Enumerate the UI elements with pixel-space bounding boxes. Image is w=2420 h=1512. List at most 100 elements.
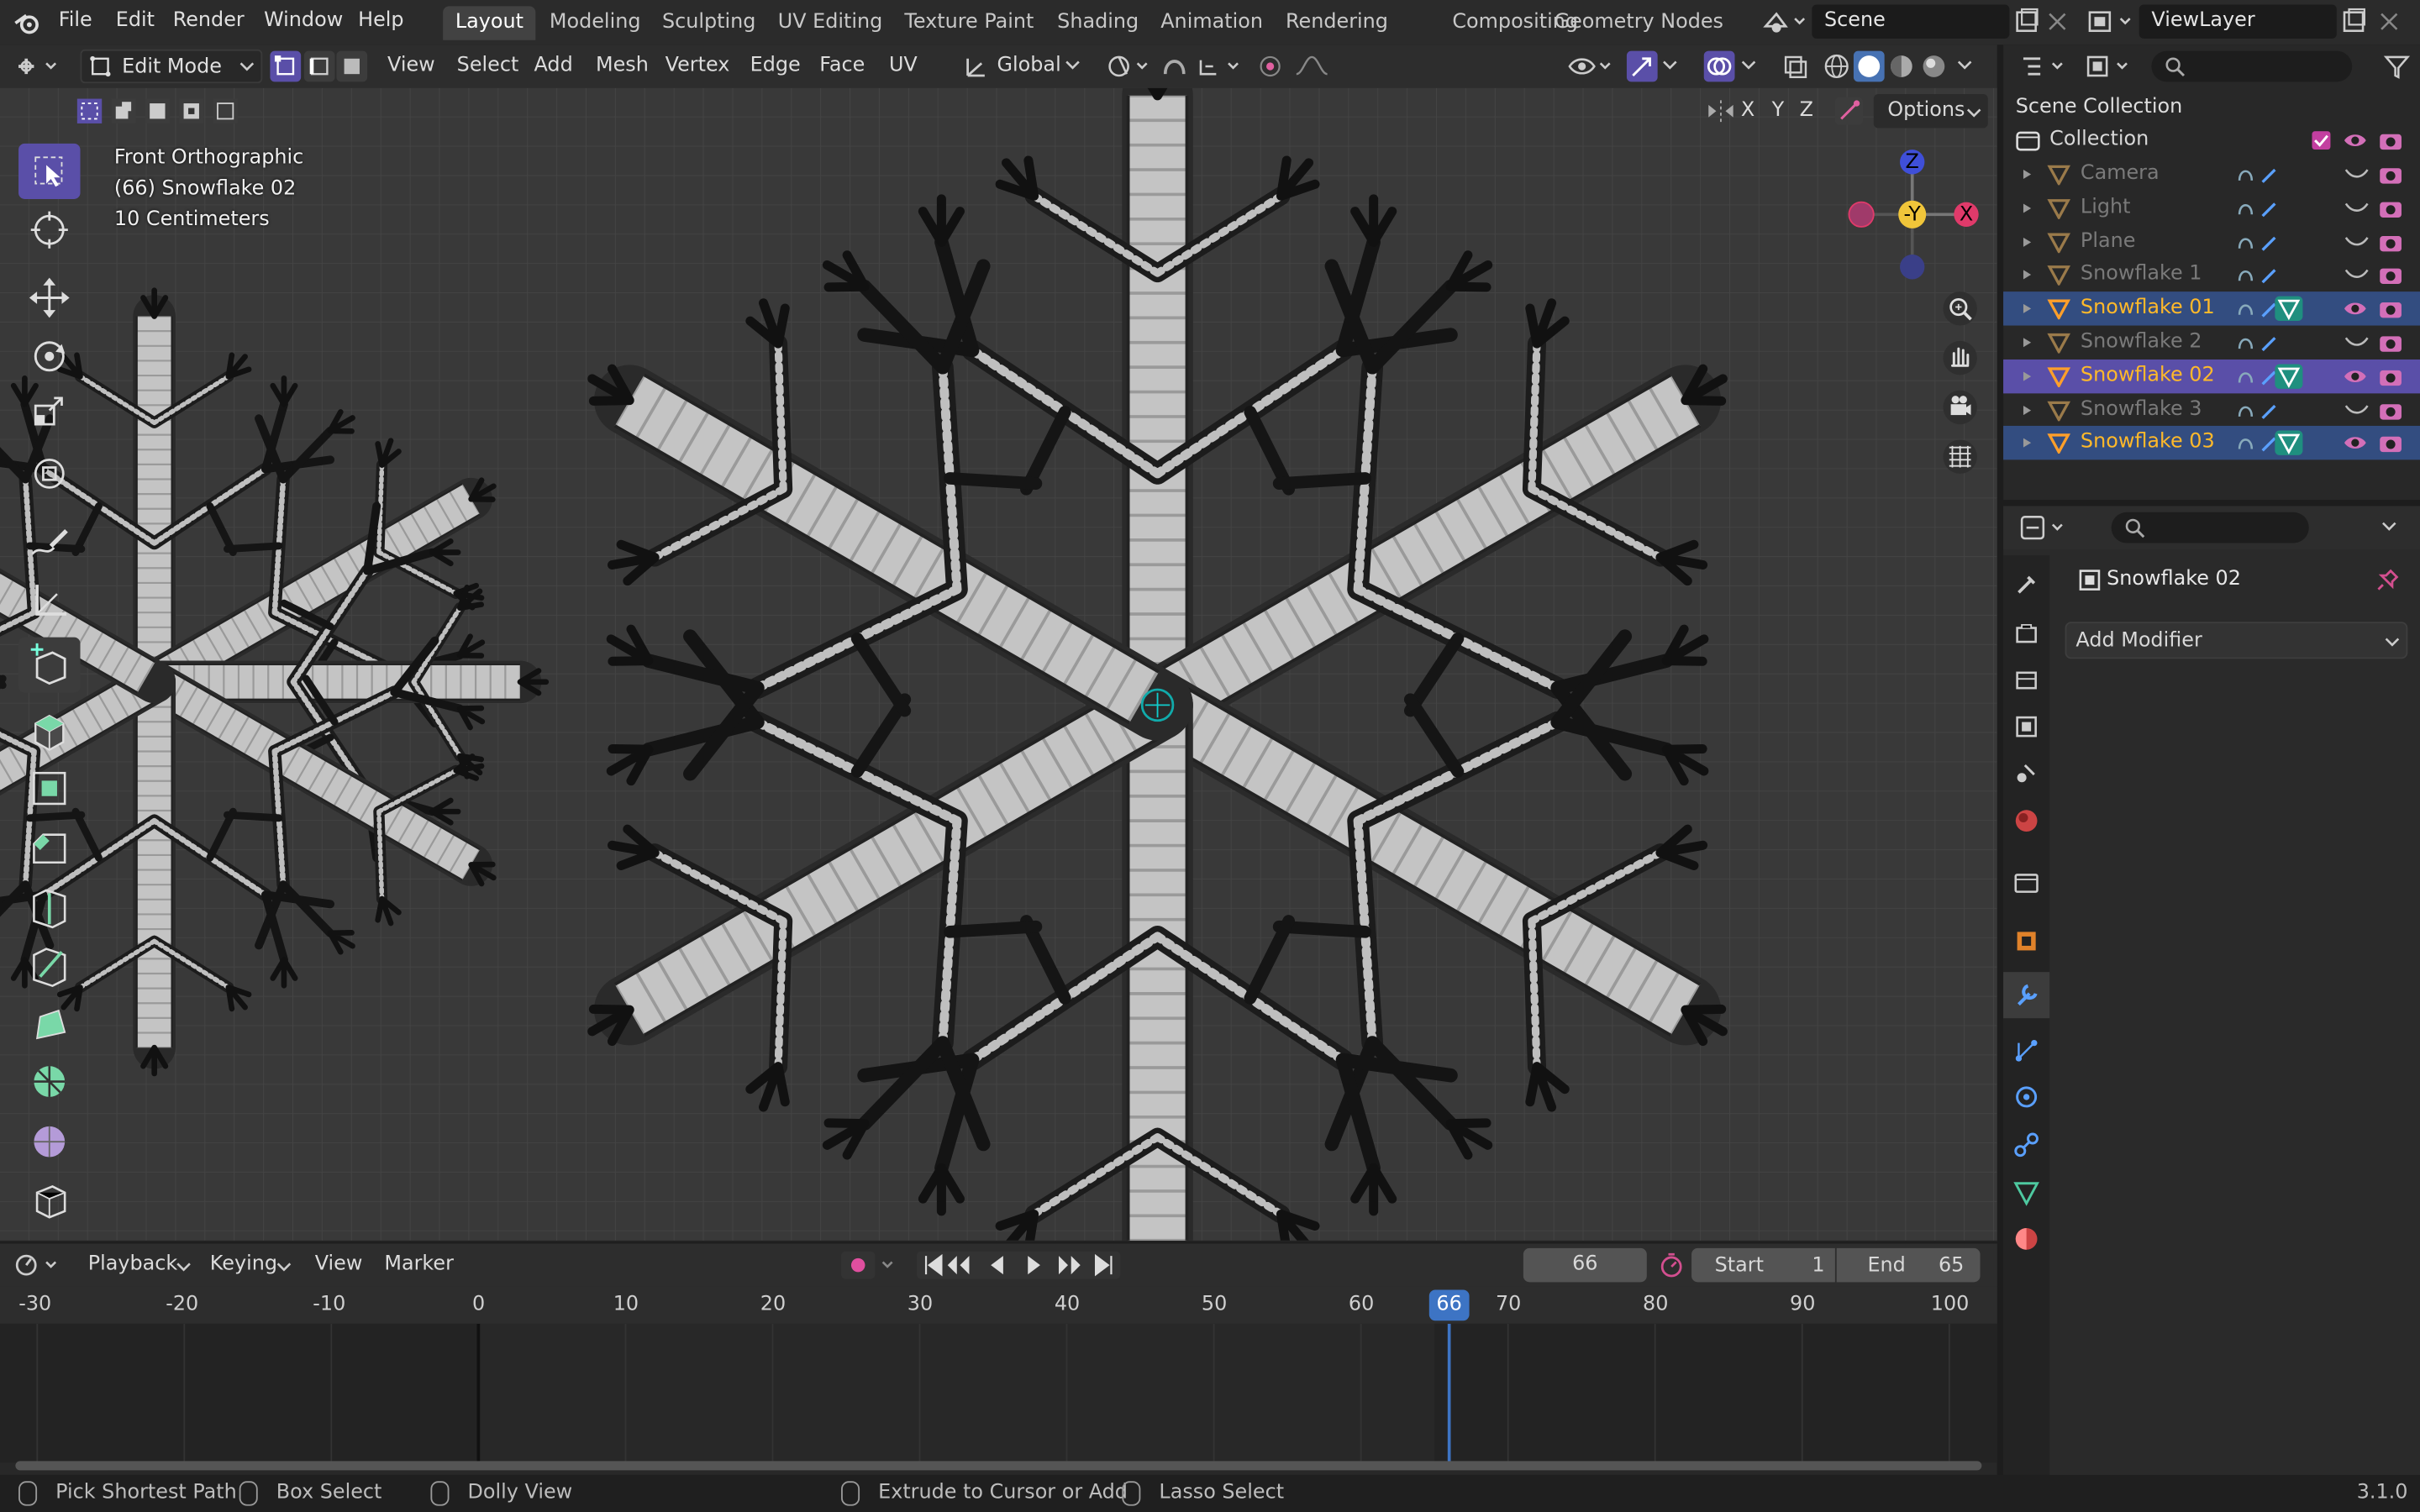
outliner-row[interactable]: Camera [2003,157,2420,191]
data-tab-icon[interactable] [2012,1179,2040,1206]
face-select-button[interactable] [336,50,368,82]
eye-closed-icon[interactable] [2344,335,2369,350]
keyframe-canvas[interactable] [0,1323,1997,1463]
chevron-down-icon[interactable] [1065,59,1080,71]
axis-z-toggle[interactable]: Z [1800,99,1813,123]
inset-tool[interactable] [18,761,80,816]
tab-rendering[interactable]: Rendering [1273,6,1400,39]
outliner-editor-type-icon[interactable] [2018,52,2070,80]
axis-x-toggle[interactable]: X [1741,99,1754,123]
camera-render-icon[interactable] [2378,231,2402,253]
checkbox-icon[interactable] [2312,131,2331,150]
scale-tool[interactable] [18,387,80,443]
view-layer-selector-icon[interactable] [2086,8,2136,35]
3d-viewport[interactable]: Front Orthographic (66) Snowflake 02 10 … [0,87,1997,1242]
spin-tool[interactable] [18,1053,80,1109]
chevron-down-icon[interactable] [1741,59,1756,71]
collection-row[interactable]: Collection [2003,123,2420,157]
tool-tab-icon[interactable] [2012,571,2040,599]
tab-texture-paint[interactable]: Texture Paint [892,6,1046,39]
expand-arrow-icon[interactable] [2022,403,2034,416]
camera-render-icon[interactable] [2378,365,2402,387]
camera-render-icon[interactable] [2378,399,2402,421]
camera-render-icon[interactable] [2378,265,2402,286]
expand-arrow-icon[interactable] [2022,370,2034,382]
overlays-toggle-button[interactable] [1703,50,1735,82]
edge-select-button[interactable] [303,50,335,82]
object-tab-icon[interactable] [2012,927,2040,955]
zoom-icon[interactable] [1942,290,1979,327]
pan-hand-icon[interactable] [1942,339,1979,376]
timeline-scrollbar[interactable] [15,1461,1982,1471]
outliner-row[interactable]: Snowflake 2 [2003,326,2420,360]
eye-icon[interactable] [2343,129,2367,151]
chevron-down-icon[interactable] [1957,59,1972,71]
vertex-select-button[interactable] [270,50,302,82]
menu-vertex[interactable]: Vertex [666,54,730,77]
eye-icon[interactable] [2343,298,2367,320]
tab-layout[interactable]: Layout [443,6,536,40]
menu-window[interactable]: Window [264,9,343,33]
camera-render-icon[interactable] [2378,197,2402,219]
outliner-row[interactable]: Snowflake 03 [2003,426,2420,461]
outliner-row[interactable]: Snowflake 01 [2003,291,2420,326]
eye-closed-icon[interactable] [2344,267,2369,282]
move-tool[interactable] [18,270,80,325]
physics-tab-icon[interactable] [2012,1083,2040,1110]
playhead-badge[interactable]: 66 [1428,1289,1470,1321]
select-mode-buttons[interactable] [74,97,238,125]
end-frame-field[interactable]: End 65 [1836,1247,1981,1283]
scene-selector-icon[interactable] [1761,8,1807,35]
add-cube-tool[interactable] [18,637,81,693]
collection-tab-icon[interactable] [2012,869,2040,896]
menu-file[interactable]: File [59,9,92,33]
menu-edge[interactable]: Edge [750,54,801,77]
visibility-icon[interactable] [1566,52,1616,80]
auto-keying-icon[interactable] [839,1251,901,1279]
outliner-row[interactable]: Plane [2003,224,2420,258]
menu-help[interactable]: Help [358,9,403,33]
menu-marker[interactable]: Marker [384,1252,454,1276]
snap-icon[interactable] [1160,52,1247,80]
rendered-shading-icon[interactable] [1918,51,1949,82]
eye-closed-icon[interactable] [2344,234,2369,249]
poly-build-tool[interactable] [18,995,80,1051]
tab-geometry-nodes[interactable]: Geometry Nodes [1542,6,1736,39]
eye-closed-icon[interactable] [2344,402,2369,417]
camera-render-icon[interactable] [2378,298,2402,320]
menu-mesh[interactable]: Mesh [596,54,649,77]
xray-icon[interactable] [1781,52,1809,80]
menu-uv[interactable]: UV [889,54,918,77]
expand-arrow-icon[interactable] [2022,202,2034,214]
expand-arrow-icon[interactable] [2022,438,2034,450]
cursor-tool[interactable] [18,202,80,258]
camera-render-icon[interactable] [2378,332,2402,354]
add-modifier-dropdown[interactable]: Add Modifier [2065,622,2408,659]
chevron-down-icon[interactable] [176,1261,191,1273]
menu-playback[interactable]: Playback [88,1252,178,1276]
outliner-row[interactable]: Snowflake 3 [2003,393,2420,427]
menu-edit[interactable]: Edit [116,9,155,33]
menu-render[interactable]: Render [173,9,245,33]
expand-arrow-icon[interactable] [2022,302,2034,315]
new-view-layer-icon[interactable] [2339,8,2367,35]
tab-modeling[interactable]: Modeling [537,6,653,39]
knife-tool[interactable] [18,937,80,992]
camera-view-icon[interactable] [1942,389,1979,426]
select-box-tool[interactable] [18,143,81,199]
playback-controls[interactable] [917,1251,1121,1279]
scene-collection-label[interactable]: Scene Collection [2016,96,2183,119]
shear-tool[interactable] [18,1171,80,1226]
scene-name-field[interactable]: Scene [1812,4,2010,39]
properties-search-input[interactable] [2111,512,2309,543]
scene-tab-icon[interactable] [2012,759,2040,787]
menu-keying[interactable]: Keying [210,1252,277,1276]
wireframe-shading-icon[interactable] [1821,51,1852,82]
display-mode-icon[interactable] [2084,52,2136,80]
tab-uv-editing[interactable]: UV Editing [765,6,895,39]
chevron-down-icon[interactable] [2380,520,2398,535]
camera-render-icon[interactable] [2378,129,2402,151]
current-frame-field[interactable]: 66 [1523,1247,1647,1283]
outliner-search-input[interactable] [2151,50,2353,82]
eye-closed-icon[interactable] [2344,166,2369,181]
